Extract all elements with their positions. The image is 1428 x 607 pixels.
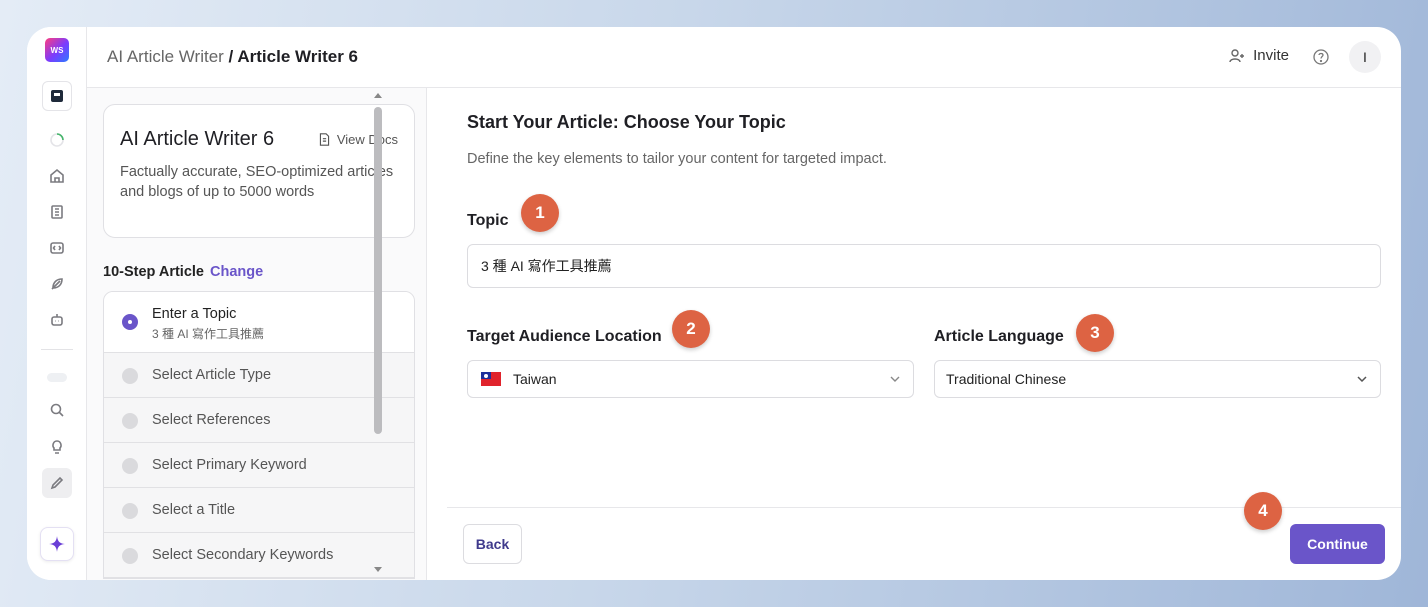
top-header: AI Article Writer / Article Writer 6 Inv… [87,27,1401,88]
help-icon[interactable] [1313,49,1329,65]
step-badge-3: 3 [1076,314,1114,352]
breadcrumb-parent[interactable]: AI Article Writer [107,47,224,66]
logo[interactable]: WS [45,38,69,62]
chevron-down-icon [1357,376,1367,383]
home-icon[interactable] [42,161,72,191]
location-label: Target Audience Location [467,328,662,345]
step-secondary-keywords[interactable]: Select Secondary Keywords [104,533,414,578]
step-badge-1: 1 [521,194,559,232]
document-icon [319,133,329,146]
app-icon[interactable] [42,81,72,111]
view-docs-link[interactable]: View Docs [318,132,398,147]
step-primary-keyword[interactable]: Select Primary Keyword [104,443,414,488]
scroll-up-arrow[interactable] [374,93,382,98]
lightbulb-icon[interactable] [42,432,72,462]
scroll-down-arrow[interactable] [374,567,382,572]
rail-divider [41,349,73,350]
step-dot [122,548,138,564]
left-rail: WS [27,27,87,580]
taiwan-flag-icon [481,372,501,386]
writer-card: AI Article Writer 6 View Docs Factually … [103,104,415,238]
step-dot [122,413,138,429]
search-icon[interactable] [42,395,72,425]
bot-icon[interactable] [42,305,72,335]
breadcrumb-separator: / [223,47,238,66]
invite-button[interactable]: Invite [1229,47,1289,64]
change-link[interactable]: Change [210,264,263,280]
page-subtitle: Define the key elements to tailor your c… [467,151,887,167]
add-user-icon [1229,48,1245,62]
step-active-dot [122,314,138,330]
notebook-icon[interactable] [42,197,72,227]
avatar[interactable]: I [1349,41,1381,73]
topic-label: Topic [467,212,509,229]
language-select[interactable]: Traditional Chinese [934,360,1381,398]
step-title[interactable]: Select a Title [104,488,414,533]
chevron-down-icon [890,376,900,382]
continue-button[interactable]: Continue [1290,524,1385,564]
step-badge-4: 4 [1244,492,1282,530]
step-badge-2: 2 [672,310,710,348]
steps-heading: 10-Step Article Change [103,264,264,280]
step-dot [122,368,138,384]
step-dot [122,503,138,519]
code-icon[interactable] [42,233,72,263]
breadcrumb: AI Article Writer / Article Writer 6 [107,47,358,67]
feather-icon[interactable] [42,269,72,299]
card-description: Factually accurate, SEO-optimized articl… [120,164,394,200]
step-enter-topic[interactable]: Enter a Topic 3 種 AI 寫作工具推薦 [104,292,414,353]
loading-icon [42,125,72,155]
pencil-icon[interactable] [42,468,72,498]
topic-input[interactable]: 3 種 AI 寫作工具推薦 [467,244,1381,288]
step-dot [122,458,138,474]
scrollbar-thumb[interactable] [374,107,382,434]
page-title: Start Your Article: Choose Your Topic [467,112,786,132]
breadcrumb-current: Article Writer 6 [237,47,358,66]
app-window: WS AI Article Writer / Article Writer 6 … [27,27,1401,580]
toggle-pill[interactable] [47,373,67,382]
back-button[interactable]: Back [463,524,522,564]
location-select[interactable]: Taiwan [467,360,914,398]
sparkle-icon[interactable] [40,527,74,561]
main-content: Start Your Article: Choose Your Topic De… [447,88,1401,580]
language-label: Article Language [934,328,1064,345]
step-references[interactable]: Select References [104,398,414,443]
step-article-type[interactable]: Select Article Type [104,353,414,398]
step-list: Enter a Topic 3 種 AI 寫作工具推薦 Select Artic… [103,291,415,579]
card-title: AI Article Writer 6 [120,128,275,150]
